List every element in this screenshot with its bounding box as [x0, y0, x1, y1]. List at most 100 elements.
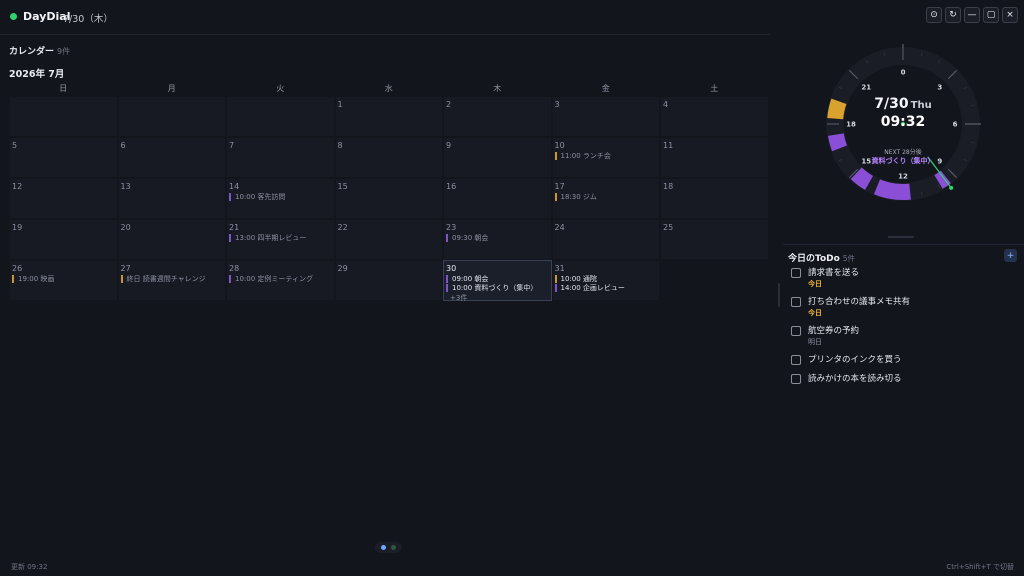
day-number: 9 [446, 141, 452, 150]
minimize-button[interactable]: — [964, 7, 980, 23]
maximize-button[interactable]: ▢ [983, 7, 999, 23]
calendar-day-today[interactable]: 30 09:00 朝会 10:00 資料づくり（集中） +3件 [443, 260, 552, 303]
todo-item: 航空券の予約 明日 [791, 326, 1016, 347]
day-number: 4 [663, 100, 669, 109]
weekday-label: 木 [493, 84, 502, 93]
calendar-day[interactable]: 3 [551, 96, 660, 137]
calendar-day[interactable]: 1 [334, 96, 443, 137]
day-number: 2 [446, 100, 452, 109]
day-number: 27 [120, 264, 131, 273]
calendar-day[interactable]: 15 [334, 178, 443, 219]
calendar-day[interactable]: 7 [226, 137, 335, 178]
calendar-day[interactable]: 9 [443, 137, 552, 178]
calendar-event[interactable]: 14:00 企画レビュー [554, 284, 658, 292]
window-controls: ⊙ ↻ — ▢ × [926, 7, 1018, 23]
calendar-day[interactable]: 23 09:30 朝会 [443, 219, 552, 260]
calendar-grid: 1 2 3 4 5 6 7 8 9 10 11:00 ランチ会 11 12 13 14 10:00 客先訪問 1… [9, 96, 769, 303]
calendar-event[interactable]: 18:30 ジム [554, 193, 658, 201]
side-pane: 0 3 6 9 12 15 18 21 7/30 Thu 09:32 NEXT 28分後 資料づ… [783, 34, 1024, 554]
calendar-day[interactable]: 27 終日 読書週間チャレンジ [117, 260, 226, 301]
calendar-event[interactable]: 10:00 資料づくり（集中） [446, 284, 549, 292]
calendar-day[interactable]: 26 19:00 映画 [9, 260, 118, 301]
calendar-event[interactable]: 10:00 客先訪問 [229, 193, 332, 201]
last-updated: 更新 09:32 [11, 563, 48, 571]
todo-checkbox[interactable] [791, 326, 801, 336]
todo-checkbox[interactable] [791, 268, 801, 278]
day-number: 10 [554, 141, 565, 150]
add-todo-button[interactable]: + [1004, 249, 1017, 262]
calendar-day[interactable]: 19 [9, 219, 118, 260]
calendar-day[interactable]: 25 [660, 219, 769, 260]
page-dot-active[interactable] [381, 545, 386, 550]
pane-resize-handle[interactable] [778, 283, 780, 307]
day-number: 19 [12, 223, 23, 232]
calendar-event[interactable]: 09:00 朝会 [446, 275, 549, 283]
refresh-icon-button[interactable]: ↻ [945, 7, 961, 23]
todo-checkbox[interactable] [791, 374, 801, 384]
todo-checkbox[interactable] [791, 355, 801, 365]
calendar-day[interactable]: 4 [660, 96, 769, 137]
clock-date: 7/30 Thu [823, 96, 983, 112]
day-number: 20 [120, 223, 131, 232]
calendar-day[interactable]: 28 10:00 定例ミーティング [226, 260, 335, 301]
calendar-week-row: 5 6 7 8 9 10 11:00 ランチ会 11 [9, 137, 769, 178]
todo-list: 請求書を送る 今日打ち合わせの議事メモ共有 今日航空券の予約 明日プリンタのインクを買… [791, 268, 1016, 393]
calendar-event[interactable]: 10:00 通院 [554, 275, 658, 283]
clock-center: 7/30 Thu 09:32 NEXT 28分後 資料づくり（集中） [823, 44, 983, 204]
calendar-event[interactable]: 13:00 四半期レビュー [229, 234, 332, 242]
weekday-label: 金 [601, 84, 610, 93]
calendar-day[interactable]: 29 [334, 260, 443, 301]
target-icon-button[interactable]: ⊙ [926, 7, 942, 23]
calendar-day [660, 260, 769, 301]
todo-item: 読みかけの本を読み切る [791, 374, 1016, 385]
day-number: 21 [229, 223, 240, 232]
calendar-day[interactable]: 16 [443, 178, 552, 219]
more-events-link[interactable]: +3件 [446, 293, 549, 303]
calendar-day[interactable]: 20 [117, 219, 226, 260]
calendar-day[interactable]: 21 13:00 四半期レビュー [226, 219, 335, 260]
calendar-day[interactable]: 10 11:00 ランチ会 [551, 137, 660, 178]
todo-item: 請求書を送る 今日 [791, 268, 1016, 289]
calendar-day[interactable]: 31 10:00 通院 14:00 企画レビュー [551, 260, 660, 301]
shortcut-hint: Ctrl+Shift+T で切替 [946, 563, 1014, 571]
calendar-day[interactable]: 5 [9, 137, 118, 178]
todo-item-title: プリンタのインクを買う [808, 355, 902, 365]
day-number: 14 [229, 182, 240, 191]
calendar-day[interactable]: 13 [117, 178, 226, 219]
page-indicator[interactable] [375, 542, 402, 553]
todo-checkbox[interactable] [791, 297, 801, 307]
calendar-week-row: 12 13 14 10:00 客先訪問 15 16 17 18:30 ジム 18 [9, 178, 769, 219]
day-number: 6 [120, 141, 126, 150]
calendar-event[interactable]: 終日 読書週間チャレンジ [120, 275, 224, 283]
calendar-day[interactable]: 14 10:00 客先訪問 [226, 178, 335, 219]
calendar-day[interactable]: 8 [334, 137, 443, 178]
calendar-event[interactable]: 10:00 定例ミーティング [229, 275, 332, 283]
day-number: 8 [337, 141, 343, 150]
weekday-label: 土 [710, 84, 719, 93]
todo-item-title: 打ち合わせの議事メモ共有 [808, 297, 911, 307]
todo-item-due: 今日 [808, 280, 822, 288]
title-bar: DayDial 7/30（木） ⊙ ↻ — ▢ × [0, 0, 1024, 34]
clock-date-value: 7/30 [874, 96, 909, 112]
weekday-header: 日月火水木金土 [9, 83, 769, 95]
section-resize-handle[interactable] [888, 236, 914, 238]
calendar-week-row: 19 20 21 13:00 四半期レビュー 22 23 09:30 朝会 24 25 [9, 219, 769, 260]
day-number: 18 [663, 182, 674, 191]
calendar-day[interactable]: 24 [551, 219, 660, 260]
day-number: 22 [337, 223, 348, 232]
day-number: 17 [554, 182, 565, 191]
close-button[interactable]: × [1002, 7, 1018, 23]
weekday-label: 日 [59, 84, 68, 93]
calendar-event[interactable]: 19:00 映画 [12, 275, 115, 283]
calendar-day[interactable]: 18 [660, 178, 769, 219]
calendar-event[interactable]: 11:00 ランチ会 [554, 152, 658, 160]
calendar-day[interactable]: 17 18:30 ジム [551, 178, 660, 219]
page-dot[interactable] [391, 545, 396, 550]
calendar-event[interactable]: 09:30 朝会 [446, 234, 549, 242]
calendar-day[interactable]: 2 [443, 96, 552, 137]
day-number: 16 [446, 182, 457, 191]
calendar-day[interactable]: 6 [117, 137, 226, 178]
calendar-day[interactable]: 12 [9, 178, 118, 219]
calendar-day[interactable]: 11 [660, 137, 769, 178]
calendar-day[interactable]: 22 [334, 219, 443, 260]
